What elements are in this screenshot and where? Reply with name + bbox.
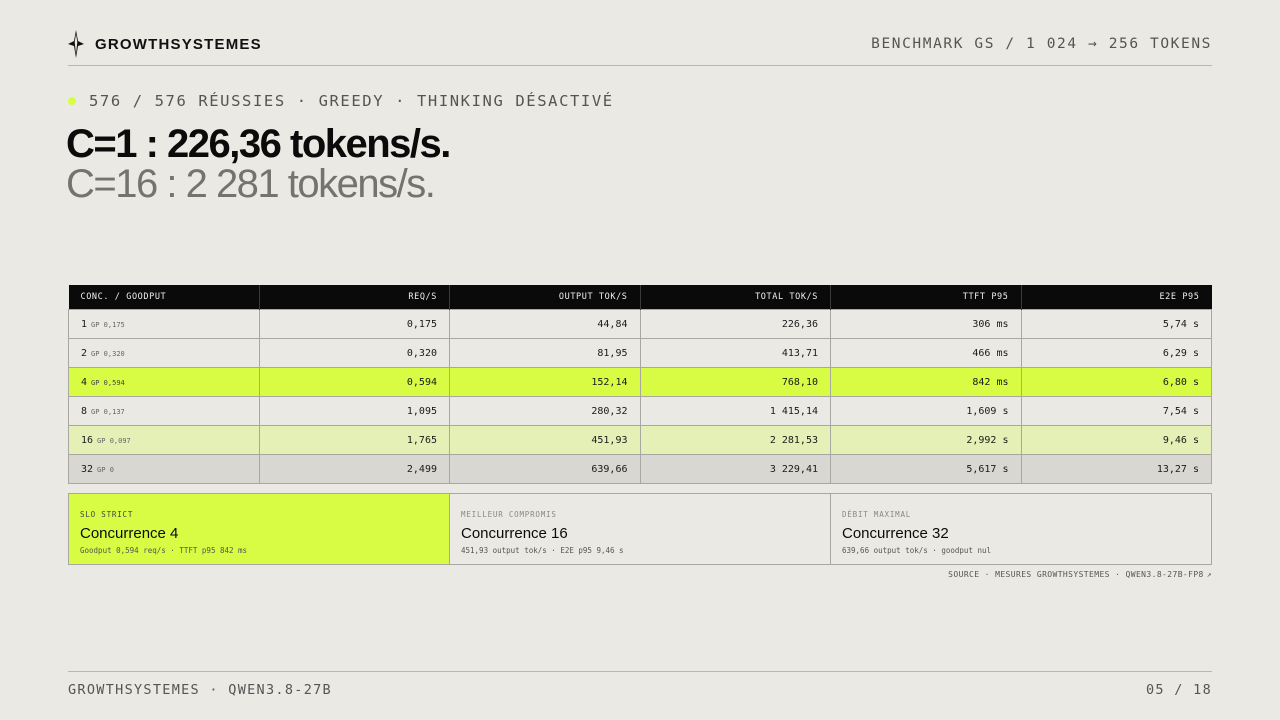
goodput-value: GP 0 [97,465,114,474]
cell-output: 152,14 [449,367,641,397]
cell-e2e: 13,27 s [1020,454,1212,484]
cell-e2e: 9,46 s [1020,425,1212,455]
cell-req: 0,175 [258,309,450,339]
headline-primary: C=1 : 226,36 tokens/s. [66,122,451,166]
cell-ttft: 2,992 s [830,425,1022,455]
table-row: 32 GP 0 2,499 639,66 3 229,41 5,617 s 13,27 s [68,454,1212,484]
card-title: Concurrence 4 [80,525,179,542]
cell-concurrency: 16 GP 0,097 [68,425,260,455]
card-title: Concurrence 32 [842,525,949,542]
cell-concurrency: 2 GP 0,320 [68,338,260,368]
recommendation-cards: SLO STRICT Concurrence 4 Goodput 0,594 r… [68,493,1212,565]
goodput-value: GP 0,594 [91,378,125,387]
card-kicker: SLO STRICT [80,510,134,519]
status-text: 576 / 576 RÉUSSIES · GREEDY · THINKING D… [89,92,614,110]
cell-output: 280,32 [449,396,641,426]
cell-output: 81,95 [449,338,641,368]
cell-output: 639,66 [449,454,641,484]
col-header-conc: CONC. / GOODPUT [68,285,260,310]
cell-total: 1 415,14 [639,396,831,426]
concurrency-value: 8 [81,405,88,417]
benchmark-title: BENCHMARK GS / 1 024 → 256 TOKENS [871,36,1212,52]
cell-req: 0,320 [258,338,450,368]
concurrency-value: 4 [81,376,88,388]
card-subtitle: 639,66 output tok/s · goodput nul [842,546,992,555]
cell-total: 2 281,53 [639,425,831,455]
cell-output: 451,93 [449,425,641,455]
cell-e2e: 6,29 s [1020,338,1212,368]
card-max-throughput: DÉBIT MAXIMAL Concurrence 32 639,66 outp… [831,494,1211,564]
concurrency-value: 2 [81,347,88,359]
cell-total: 768,10 [639,367,831,397]
card-slo-strict: SLO STRICT Concurrence 4 Goodput 0,594 r… [69,494,450,564]
table-row: 4 GP 0,594 0,594 152,14 768,10 842 ms 6,80 s [68,367,1212,397]
col-header-output: OUTPUT TOK/S [449,285,641,310]
card-title: Concurrence 16 [461,525,568,542]
cell-e2e: 6,80 s [1020,367,1212,397]
col-header-e2e: E2E P95 [1021,285,1212,310]
cell-total: 226,36 [639,309,831,339]
goodput-value: GP 0,097 [97,436,131,445]
cell-req: 1,765 [258,425,450,455]
status-line: 576 / 576 RÉUSSIES · GREEDY · THINKING D… [68,92,614,110]
goodput-value: GP 0,175 [91,320,125,329]
brand: GROWTHSYSTEMES [68,30,262,58]
col-header-total: TOTAL TOK/S [640,285,831,310]
cell-concurrency: 1 GP 0,175 [68,309,260,339]
table-header-row: CONC. / GOODPUT REQ/S OUTPUT TOK/S TOTAL… [68,285,1212,310]
goodput-value: GP 0,320 [91,349,125,358]
cell-ttft: 5,617 s [830,454,1022,484]
cell-req: 1,095 [258,396,450,426]
table-row: 16 GP 0,097 1,765 451,93 2 281,53 2,992 s 9,46… [68,425,1212,455]
concurrency-value: 1 [81,318,88,330]
table-row: 2 GP 0,320 0,320 81,95 413,71 466 ms 6,29 s [68,338,1212,368]
cell-total: 3 229,41 [639,454,831,484]
goodput-value: GP 0,137 [91,407,125,416]
compass-star-icon [68,30,84,58]
card-subtitle: Goodput 0,594 req/s · TTFT p95 842 ms [80,546,248,555]
cell-concurrency: 32 GP 0 [68,454,260,484]
source-text: SOURCE · MESURES GROWTHSYSTEMES · QWEN3.… [948,570,1204,579]
concurrency-value: 32 [81,463,94,475]
headline-secondary: C=16 : 2 281 tokens/s. [66,162,436,206]
col-header-ttft: TTFT P95 [830,285,1022,310]
card-best-tradeoff: MEILLEUR COMPROMIS Concurrence 16 451,93… [450,494,831,564]
table-row: 8 GP 0,137 1,095 280,32 1 415,14 1,609 s 7,54 … [68,396,1212,426]
cell-ttft: 306 ms [830,309,1022,339]
cell-output: 44,84 [449,309,641,339]
benchmark-table: CONC. / GOODPUT REQ/S OUTPUT TOK/S TOTAL… [68,285,1212,484]
external-link-icon: ↗ [1206,570,1212,579]
page-footer: GROWTHSYSTEMES · QWEN3.8-27B 05 / 18 [68,671,1212,698]
concurrency-value: 16 [81,434,94,446]
cell-ttft: 842 ms [830,367,1022,397]
cell-concurrency: 4 GP 0,594 [68,367,260,397]
cell-ttft: 1,609 s [830,396,1022,426]
source-link[interactable]: SOURCE · MESURES GROWTHSYSTEMES · QWEN3.… [948,570,1212,579]
status-dot-icon [68,97,76,105]
cell-e2e: 5,74 s [1020,309,1212,339]
card-subtitle: 451,93 output tok/s · E2E p95 9,46 s [461,546,624,555]
table-row: 1 GP 0,175 0,175 44,84 226,36 306 ms 5,74 s [68,309,1212,339]
cell-req: 2,499 [258,454,450,484]
card-kicker: DÉBIT MAXIMAL [842,510,912,519]
brand-name: GROWTHSYSTEMES [95,35,262,53]
cell-e2e: 7,54 s [1020,396,1212,426]
card-kicker: MEILLEUR COMPROMIS [461,510,557,519]
page-number: 05 / 18 [1146,682,1212,698]
cell-total: 413,71 [639,338,831,368]
cell-ttft: 466 ms [830,338,1022,368]
col-header-req: REQ/S [259,285,450,310]
footer-label: GROWTHSYSTEMES · QWEN3.8-27B [68,682,332,698]
cell-req: 0,594 [258,367,450,397]
cell-concurrency: 8 GP 0,137 [68,396,260,426]
page-header: GROWTHSYSTEMES BENCHMARK GS / 1 024 → 25… [68,30,1212,66]
